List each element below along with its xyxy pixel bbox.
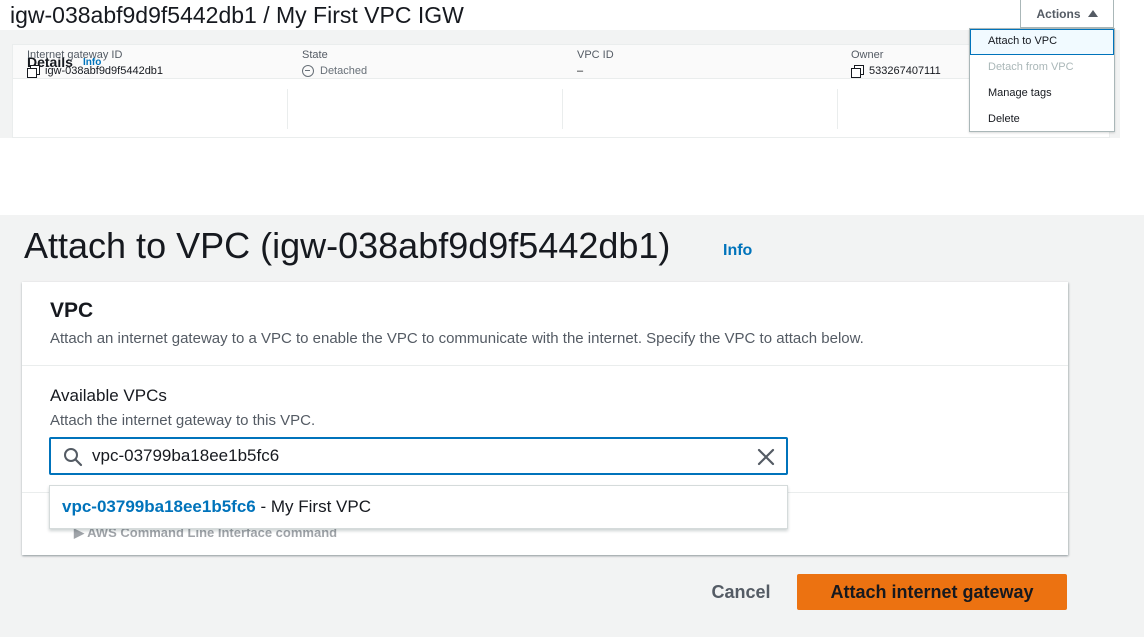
detail-owner: Owner 533267407111 [851,49,941,78]
screen: igw-038abf9d9f5442db1 / My First VPC IGW… [0,0,1144,637]
attach-to-vpc-region: Attach to VPC (igw-038abf9d9f5442db1) In… [0,215,1144,637]
owner-value: 533267407111 [869,65,941,77]
detail-value: 533267407111 [851,65,941,78]
actions-button[interactable]: Actions [1020,0,1114,28]
copy-icon[interactable] [27,65,40,78]
actions-menu: Attach to VPC Detach from VPC Manage tag… [969,28,1115,132]
detail-label: State [302,49,328,61]
menu-item-manage-tags[interactable]: Manage tags [970,80,1114,106]
vpc-card-description: Attach an internet gateway to a VPC to e… [50,330,864,347]
detail-value: – [577,65,614,77]
state-value: Detached [320,65,368,77]
vpc-card: VPC Attach an internet gateway to a VPC … [22,282,1068,555]
igw-details-region: igw-038abf9d9f5442db1 / My First VPC IGW… [0,0,1144,138]
detail-label: Internet gateway ID [27,49,123,61]
actions-label: Actions [1036,6,1081,21]
details-card: Details Info [12,44,1110,138]
detail-vpc-id: VPC ID – [577,49,614,77]
vpc-id-value: – [577,65,584,77]
detail-value: Detached [302,65,367,77]
menu-item-delete[interactable]: Delete [970,106,1114,132]
column-divider [837,89,838,129]
caret-up-icon [1087,10,1098,17]
detail-label: Owner [851,49,884,61]
detail-value: igw-038abf9d9f5442db1 [27,65,164,78]
attach-info-link[interactable]: Info [723,242,752,260]
vpc-search-input[interactable]: vpc-03799ba18ee1b5fc6 [49,437,788,475]
available-vpcs-description: Attach the internet gateway to this VPC. [50,412,316,429]
menu-item-detach-from-vpc: Detach from VPC [988,61,1074,73]
column-divider [562,89,563,129]
attach-page-title: Attach to VPC (igw-038abf9d9f5442db1) [24,225,671,266]
cancel-button[interactable]: Cancel [702,575,780,609]
search-value: vpc-03799ba18ee1b5fc6 [92,446,280,465]
details-header: Details Info [13,45,1109,79]
detached-status-icon [302,65,314,77]
menu-item-attach-to-vpc[interactable]: Attach to VPC [970,29,1114,55]
dropdown-vpc-name: - My First VPC [255,497,371,516]
igw-id-value: igw-038abf9d9f5442db1 [45,65,164,77]
attach-internet-gateway-button[interactable]: Attach internet gateway [797,574,1067,610]
copy-icon[interactable] [851,65,864,78]
search-icon [64,448,83,467]
card-divider [22,365,1068,366]
detail-state: State Detached [302,49,367,77]
detail-label: VPC ID [577,49,614,61]
dropdown-vpc-id: vpc-03799ba18ee1b5fc6 [62,497,256,516]
vpc-dropdown-option[interactable]: vpc-03799ba18ee1b5fc6 - My First VPC [49,485,788,529]
column-divider [287,89,288,129]
vpc-card-title: VPC [50,299,94,322]
clear-icon[interactable] [756,447,776,467]
igw-page-title: igw-038abf9d9f5442db1 / My First VPC IGW [10,2,464,28]
available-vpcs-label: Available VPCs [50,386,167,405]
detail-igw-id: Internet gateway ID igw-038abf9d9f5442db… [27,49,164,78]
